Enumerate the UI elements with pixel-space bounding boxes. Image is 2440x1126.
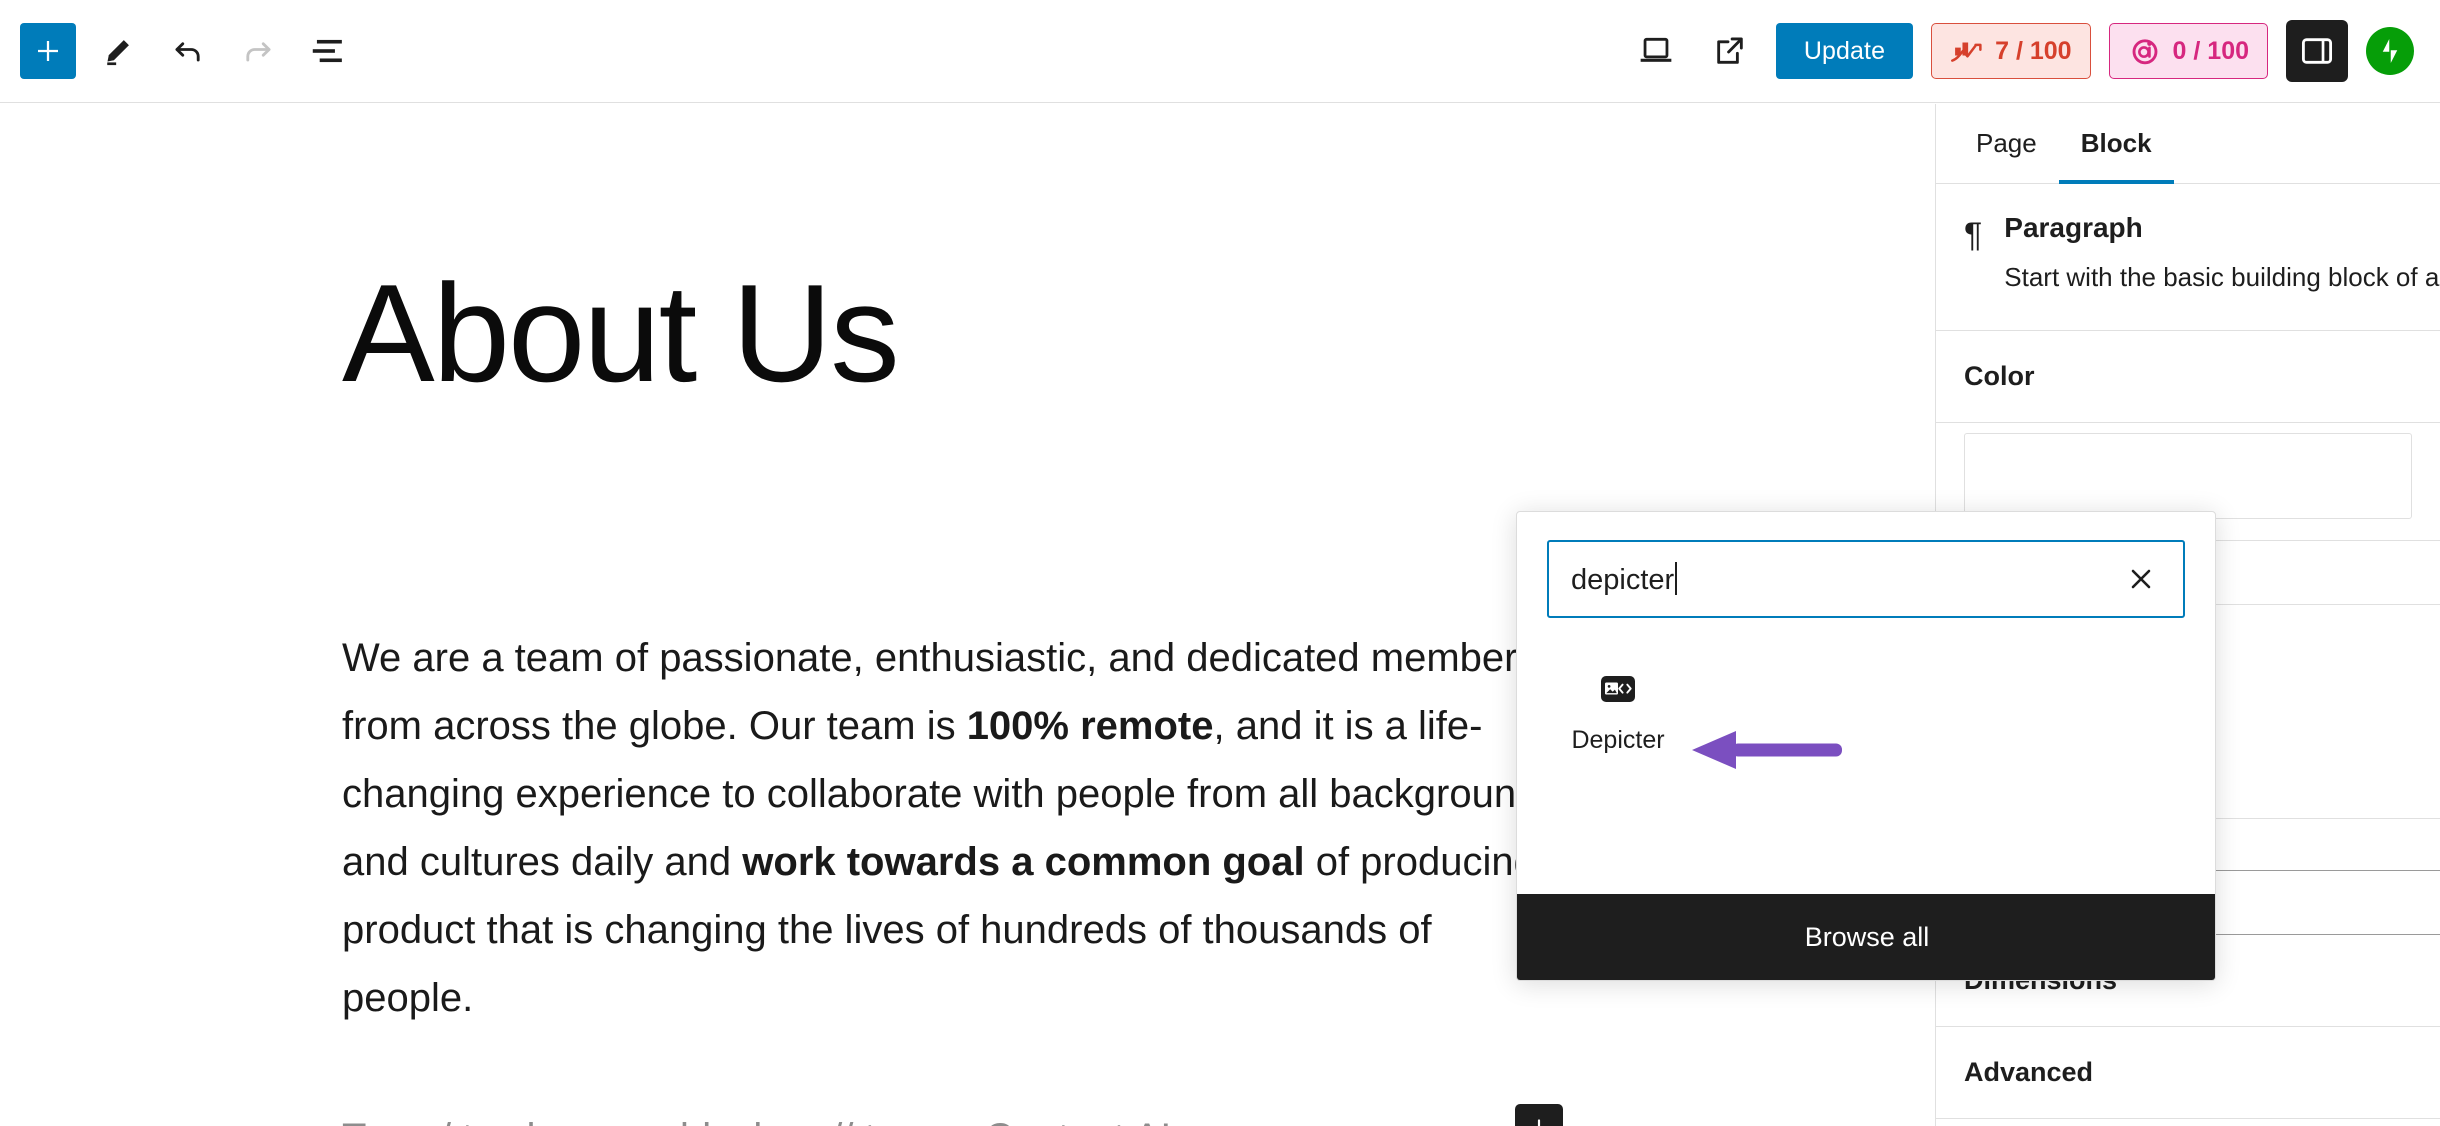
block-search-box[interactable]: depicter [1547, 540, 2185, 618]
block-search-input[interactable]: depicter [1571, 561, 2119, 597]
tools-edit-button[interactable] [90, 23, 146, 79]
wordpress-block-editor: Update 7 / 100 0 / 100 About Us We are a… [0, 0, 2440, 1126]
block-search-results: Depicter [1517, 618, 2215, 848]
tab-page[interactable]: Page [1954, 104, 2059, 183]
preview-desktop-button[interactable] [1628, 23, 1684, 79]
empty-paragraph-placeholder[interactable]: Type / to choose a block or // to use Co… [342, 1114, 1642, 1126]
update-button[interactable]: Update [1775, 23, 1914, 79]
document-overview-button[interactable] [300, 23, 356, 79]
paragraph-pilcrow-icon: ¶ [1964, 216, 1983, 254]
depicter-block-icon [1601, 676, 1635, 702]
undo-arrow-icon [175, 42, 200, 62]
tab-block[interactable]: Block [2058, 104, 2174, 184]
text-caret [1675, 561, 1678, 595]
view-page-button[interactable] [1702, 23, 1758, 79]
settings-sidebar-icon [2301, 38, 2333, 64]
desktop-preview-icon [1640, 37, 1672, 62]
redo-button [230, 23, 286, 79]
content-ai-icon [2132, 39, 2157, 65]
block-type-description: Start with the basic building block of a… [2004, 262, 2440, 292]
plus-icon [1537, 1119, 1541, 1126]
block-type-name: Paragraph [2004, 212, 2143, 243]
close-x-icon [2131, 569, 2151, 589]
block-search-wrapper: depicter [1517, 512, 2215, 618]
list-view-icon [312, 39, 342, 63]
block-info-text: Paragraph Start with the basic building … [2004, 212, 2440, 296]
add-block-inserter-button[interactable] [20, 23, 76, 79]
content-ai-score-value: 0 / 100 [2172, 36, 2249, 65]
block-result-label: Depicter [1571, 726, 1665, 754]
block-result-depicter[interactable]: Depicter [1555, 676, 1681, 755]
browse-all-button[interactable]: Browse all [1517, 894, 2215, 980]
block-search-value: depicter [1571, 563, 1675, 596]
clear-search-button[interactable] [2119, 557, 2163, 601]
paragraph-run-2-bold: 100% remote [966, 704, 1214, 748]
undo-button[interactable] [160, 23, 216, 79]
paragraph-block[interactable]: We are a team of passionate, enthusiasti… [342, 624, 1572, 1032]
block-inserter-popover: depicter Depicter Browse all [1516, 511, 2216, 981]
rank-math-seo-icon [1951, 42, 1982, 62]
page-title[interactable]: About Us [342, 261, 900, 407]
block-info-card: ¶ Paragraph Start with the basic buildin… [1936, 184, 2440, 331]
inline-add-block-button[interactable] [1515, 1104, 1563, 1126]
panel-section-color-label: Color [1964, 361, 2035, 391]
jetpack-icon [2382, 39, 2398, 63]
settings-sidebar-toggle[interactable] [2286, 20, 2348, 82]
panel-section-advanced[interactable]: Advanced [1936, 1027, 2440, 1119]
panel-section-color[interactable]: Color [1936, 331, 2440, 423]
browse-all-label: Browse all [1804, 921, 1930, 952]
tab-page-label: Page [1976, 128, 2037, 158]
color-swatch-control[interactable] [1964, 433, 2412, 519]
redo-arrow-icon [246, 42, 271, 62]
panel-section-advanced-label: Advanced [1964, 1057, 2094, 1087]
pencil-icon [107, 40, 129, 66]
editor-header-toolbar: Update 7 / 100 0 / 100 [0, 0, 2440, 103]
paragraph-run-4-bold: work towards a common goal [742, 840, 1305, 884]
header-right-tools: Update 7 / 100 0 / 100 [1628, 20, 2440, 82]
view-page-external-icon [1717, 37, 1743, 64]
jetpack-button[interactable] [2366, 27, 2414, 75]
seo-score-badge[interactable]: 7 / 100 [1931, 23, 2091, 79]
header-left-tools [0, 23, 356, 79]
plus-icon [38, 41, 58, 61]
update-button-label: Update [1803, 36, 1886, 65]
seo-score-value: 7 / 100 [1995, 36, 2072, 65]
tab-block-label: Block [2080, 128, 2152, 158]
content-ai-score-badge[interactable]: 0 / 100 [2108, 23, 2268, 79]
annotation-arrow-icon [1692, 731, 1842, 769]
sidebar-tabs: Page Block [1936, 104, 2440, 184]
